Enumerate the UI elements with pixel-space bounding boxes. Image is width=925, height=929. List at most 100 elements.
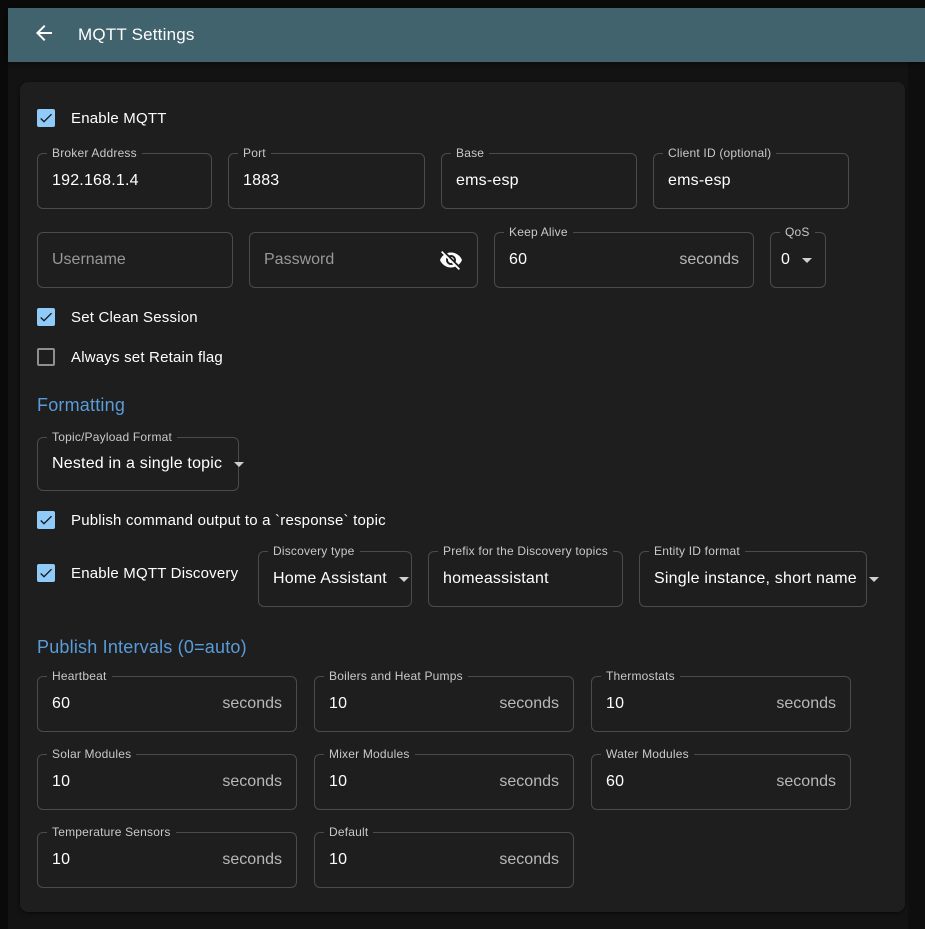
seconds-suffix: seconds [499,695,559,713]
password-placeholder: Password [264,251,334,269]
publish-response-label: Publish command output to a `response` t… [71,512,386,529]
discovery-prefix-field[interactable]: Prefix for the Discovery topics homeassi… [428,551,623,607]
topic-format-select[interactable]: Topic/Payload Format Nested in a single … [37,437,239,491]
retain-flag-checkbox[interactable]: Always set Retain flag [37,347,888,367]
publish-response-checkbox[interactable]: Publish command output to a `response` t… [37,510,888,530]
solar-modules-value: 10 [52,773,70,791]
visibility-off-icon[interactable] [439,248,463,272]
mqtt-discovery-checkbox[interactable]: Enable MQTT Discovery [37,563,258,583]
clean-session-checkbox[interactable]: Set Clean Session [37,307,888,327]
discovery-type-select[interactable]: Discovery type Home Assistant [258,551,412,607]
checkbox-checked-icon[interactable] [37,564,55,582]
mqtt-discovery-label: Enable MQTT Discovery [71,565,238,582]
discovery-fields: Discovery type Home Assistant Prefix for… [258,551,867,607]
enable-mqtt-label: Enable MQTT [71,110,167,127]
keep-alive-suffix: seconds [679,251,739,269]
seconds-suffix: seconds [776,773,836,791]
water-modules-field[interactable]: Water Modules 60 seconds [591,754,851,810]
port-value: 1883 [243,172,279,190]
thermostats-label: Thermostats [601,669,680,683]
clean-session-label: Set Clean Session [71,309,198,326]
thermostats-value: 10 [606,695,624,713]
formatting-heading: Formatting [37,395,888,417]
password-field[interactable]: Password [249,232,478,288]
solar-modules-field[interactable]: Solar Modules 10 seconds [37,754,297,810]
back-button[interactable] [24,15,64,55]
water-modules-value: 60 [606,773,624,791]
enable-mqtt-checkbox[interactable]: Enable MQTT [37,108,888,128]
entity-format-select[interactable]: Entity ID format Single instance, short … [639,551,867,607]
mixer-modules-label: Mixer Modules [324,747,415,761]
seconds-suffix: seconds [499,851,559,869]
arrow-left-icon [32,21,56,50]
checkbox-checked-icon[interactable] [37,511,55,529]
mixer-modules-value: 10 [329,773,347,791]
temperature-sensors-value: 10 [52,851,70,869]
boilers-field[interactable]: Boilers and Heat Pumps 10 seconds [314,676,574,732]
entity-format-label: Entity ID format [649,544,745,558]
water-modules-label: Water Modules [601,747,694,761]
broker-address-field[interactable]: Broker Address 192.168.1.4 [37,153,212,209]
port-field[interactable]: Port 1883 [228,153,425,209]
broker-row: Broker Address 192.168.1.4 Port 1883 Bas… [37,153,888,209]
dropdown-arrow-icon [802,258,812,263]
seconds-suffix: seconds [499,773,559,791]
client-id-label: Client ID (optional) [663,146,776,160]
discovery-prefix-label: Prefix for the Discovery topics [438,544,613,558]
checkbox-unchecked-icon[interactable] [37,348,55,366]
qos-select[interactable]: QoS 0 [770,232,826,288]
broker-address-label: Broker Address [47,146,142,160]
discovery-type-value: Home Assistant [273,570,387,588]
port-label: Port [238,146,271,160]
scrollbar[interactable] [908,62,925,929]
intervals-row-1: Heartbeat 60 seconds Boilers and Heat Pu… [37,676,888,732]
retain-flag-label: Always set Retain flag [71,349,223,366]
keep-alive-label: Keep Alive [504,225,573,239]
topic-format-label: Topic/Payload Format [47,430,177,444]
dropdown-arrow-icon [399,577,409,582]
username-field[interactable]: Username [37,232,233,288]
heartbeat-field[interactable]: Heartbeat 60 seconds [37,676,297,732]
thermostats-field[interactable]: Thermostats 10 seconds [591,676,851,732]
client-id-value: ems-esp [668,172,731,190]
keep-alive-field[interactable]: Keep Alive 60 seconds [494,232,754,288]
heartbeat-value: 60 [52,695,70,713]
boilers-value: 10 [329,695,347,713]
seconds-suffix: seconds [776,695,836,713]
discovery-row: Enable MQTT Discovery Discovery type Hom… [37,551,888,607]
page-background: Enable MQTT Broker Address 192.168.1.4 P… [8,62,908,929]
base-value: ems-esp [456,172,519,190]
username-placeholder: Username [52,251,126,269]
intervals-row-2: Solar Modules 10 seconds Mixer Modules 1… [37,754,888,810]
dropdown-arrow-icon [234,462,244,467]
page-title: MQTT Settings [78,25,195,45]
intervals-row-3: Temperature Sensors 10 seconds Default 1… [37,832,888,888]
mixer-modules-field[interactable]: Mixer Modules 10 seconds [314,754,574,810]
topic-format-row: Topic/Payload Format Nested in a single … [37,437,888,491]
temperature-sensors-field[interactable]: Temperature Sensors 10 seconds [37,832,297,888]
default-interval-value: 10 [329,851,347,869]
temperature-sensors-label: Temperature Sensors [47,825,176,839]
base-label: Base [451,146,489,160]
qos-value: 0 [781,251,790,269]
checkbox-checked-icon[interactable] [37,109,55,127]
client-id-field[interactable]: Client ID (optional) ems-esp [653,153,849,209]
base-field[interactable]: Base ems-esp [441,153,637,209]
solar-modules-label: Solar Modules [47,747,136,761]
keep-alive-value: 60 [509,251,527,269]
discovery-type-label: Discovery type [268,544,360,558]
app-bar: MQTT Settings [8,8,925,62]
settings-card: Enable MQTT Broker Address 192.168.1.4 P… [20,82,905,912]
seconds-suffix: seconds [222,695,282,713]
heartbeat-label: Heartbeat [47,669,112,683]
credentials-row: Username Password Keep Alive 60 seconds … [37,232,888,288]
seconds-suffix: seconds [222,773,282,791]
broker-address-value: 192.168.1.4 [52,172,139,190]
boilers-label: Boilers and Heat Pumps [324,669,468,683]
topic-format-value: Nested in a single topic [52,455,222,473]
checkbox-checked-icon[interactable] [37,308,55,326]
entity-format-value: Single instance, short name [654,570,857,588]
default-interval-field[interactable]: Default 10 seconds [314,832,574,888]
dropdown-arrow-icon [869,577,879,582]
qos-label: QoS [780,225,815,239]
